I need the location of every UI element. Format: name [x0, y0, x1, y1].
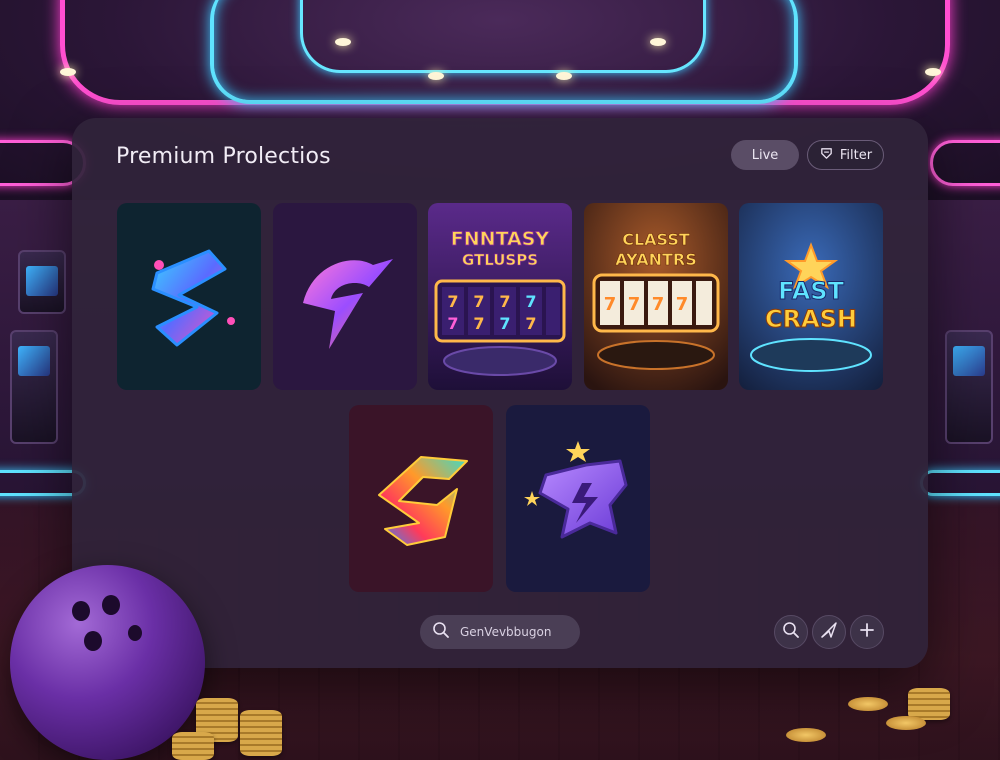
live-button[interactable]: Live — [731, 140, 799, 170]
bolt-logo-icon — [273, 203, 417, 390]
bowling-ball — [10, 565, 205, 760]
send-icon — [820, 621, 838, 643]
star-bolt-logo-icon — [506, 405, 650, 592]
slot-machine-icon: 7 7 7 7 7 7 7 7 FNNTASY GTLUSPS — [428, 203, 572, 390]
search-icon — [782, 621, 800, 643]
coin — [786, 728, 826, 742]
game-tile-bolt[interactable] — [273, 203, 417, 390]
coin-stack — [172, 732, 214, 760]
arrow-logo-icon — [349, 405, 493, 592]
neon-light-cyan-inner — [300, 0, 706, 73]
ceiling-spotlight — [428, 72, 444, 80]
search-icon — [432, 621, 450, 643]
swirl-logo-icon — [117, 203, 261, 390]
filter-label: Filter — [839, 147, 873, 163]
svg-text:7: 7 — [628, 294, 641, 315]
svg-text:7: 7 — [604, 294, 617, 315]
ceiling-spotlight — [650, 38, 666, 46]
svg-text:7: 7 — [525, 314, 536, 333]
game-tile-fantasy[interactable]: 7 7 7 7 7 7 7 7 FNNTASY GTLUSPS — [428, 203, 572, 390]
game-title-line1: CLASST — [622, 230, 690, 249]
add-button[interactable] — [850, 615, 884, 649]
coin-stack — [908, 688, 950, 720]
svg-text:7: 7 — [652, 294, 665, 315]
game-title-line2: GTLUSPS — [462, 251, 538, 269]
game-title-line1: FNNTASY — [451, 228, 550, 250]
svg-text:7: 7 — [499, 314, 510, 333]
search-button[interactable] — [774, 615, 808, 649]
svg-text:7: 7 — [447, 314, 458, 333]
game-tile-star-bolt[interactable] — [506, 405, 650, 592]
slot-machine-bg — [18, 250, 66, 314]
search-text: GenVevbbugon — [460, 625, 552, 639]
search-bar[interactable]: GenVevbbugon — [420, 615, 580, 649]
neon-light-right — [930, 140, 1000, 186]
ceiling-spotlight — [335, 38, 351, 46]
game-tile-arrow[interactable] — [349, 405, 493, 592]
ceiling-spotlight — [925, 68, 941, 76]
filter-button[interactable]: Filter — [807, 140, 884, 170]
filter-icon — [819, 146, 834, 165]
svg-text:7: 7 — [447, 292, 458, 311]
slot-machine-icon: 7 7 7 7 CLASST AYANTRS — [584, 203, 728, 390]
game-title-line2: CRASH — [765, 305, 857, 333]
game-title-line2: AYANTRS — [615, 250, 696, 269]
game-collection-panel: Premium Prolectios Live Filter 7 7 7 7 7… — [72, 118, 928, 668]
coin-stack — [240, 710, 282, 756]
game-title-line1: FAST — [778, 277, 845, 305]
svg-text:7: 7 — [525, 292, 536, 311]
game-tile-fast-crash[interactable]: FAST CRASH — [739, 203, 883, 390]
plus-icon — [859, 622, 875, 642]
svg-text:7: 7 — [676, 294, 689, 315]
neon-floor-right — [920, 470, 1000, 496]
send-button[interactable] — [812, 615, 846, 649]
coin — [848, 697, 888, 711]
live-label: Live — [751, 147, 779, 163]
slot-machine-bg — [945, 330, 993, 444]
page-title: Premium Prolectios — [116, 144, 331, 169]
ceiling-spotlight — [60, 68, 76, 76]
svg-text:7: 7 — [473, 292, 484, 311]
coin — [886, 716, 926, 730]
slot-machine-bg — [10, 330, 58, 444]
game-tile-classic[interactable]: 7 7 7 7 CLASST AYANTRS — [584, 203, 728, 390]
svg-text:7: 7 — [473, 314, 484, 333]
svg-text:7: 7 — [499, 292, 510, 311]
game-tile-swirl[interactable] — [117, 203, 261, 390]
ceiling-spotlight — [556, 72, 572, 80]
crash-game-icon: FAST CRASH — [739, 203, 883, 390]
